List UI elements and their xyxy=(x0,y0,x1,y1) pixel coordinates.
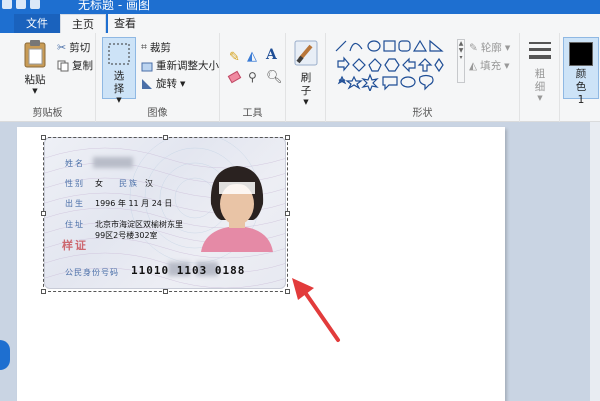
line-width-icon xyxy=(529,42,551,59)
color1-group: 颜色 1 xyxy=(560,33,600,122)
save-icon[interactable] xyxy=(2,0,12,9)
quick-access-toolbar xyxy=(2,0,62,11)
fill-icon: ◭ xyxy=(469,59,478,72)
ribbon-tabs: 文件 主页 查看 xyxy=(0,14,600,33)
selection-rectangle[interactable] xyxy=(43,137,288,292)
copy-label: 复制 xyxy=(72,60,93,72)
rotate-icon xyxy=(142,78,152,89)
color1-button[interactable]: 颜色 1 xyxy=(563,37,599,106)
size-button[interactable]: 粗细 ▼ xyxy=(524,39,556,102)
brush-group: 刷子 ▼ xyxy=(286,33,326,122)
eraser-icon[interactable] xyxy=(227,70,242,84)
fill-dropdown-icon: ▼ xyxy=(504,61,510,70)
tab-file[interactable]: 文件 xyxy=(14,14,60,33)
shapes-gallery[interactable] xyxy=(334,39,458,91)
rotate-button[interactable]: 旋转 ▼ xyxy=(141,76,185,91)
select-label: 选择 xyxy=(113,70,125,95)
outline-dropdown-icon: ▼ xyxy=(504,43,511,52)
select-dropdown-icon[interactable]: ▼ xyxy=(103,96,135,104)
select-button[interactable]: 选择 ▼ xyxy=(102,37,136,104)
paste-button[interactable]: 粘贴 ▼ xyxy=(18,39,52,95)
image-group-label: 图像 xyxy=(147,108,168,119)
size-group: 粗细 ▼ xyxy=(520,33,560,122)
resize-icon xyxy=(141,62,153,71)
window-title: 无标题 - 画图 xyxy=(78,0,150,12)
resize-handle-ne[interactable] xyxy=(285,135,290,140)
cut-label: 剪切 xyxy=(69,42,91,54)
shapes-scroll[interactable]: ▲ ▼ ▾ xyxy=(457,39,465,83)
redo-icon[interactable] xyxy=(30,0,40,9)
annotation-arrow xyxy=(292,278,340,342)
color1-swatch xyxy=(569,42,593,66)
resize-handle-s[interactable] xyxy=(163,289,168,294)
clipboard-group-label: 剪贴板 xyxy=(32,108,63,119)
paste-label: 粘贴 xyxy=(24,74,46,86)
resize-handle-nw[interactable] xyxy=(41,135,46,140)
outline-button[interactable]: ✎ 轮廓 ▼ xyxy=(469,40,510,55)
paste-icon xyxy=(24,40,46,68)
scissors-icon: ✂ xyxy=(57,41,67,54)
tab-home[interactable]: 主页 xyxy=(60,14,106,33)
resize-handle-sw[interactable] xyxy=(41,289,46,294)
brush-icon xyxy=(294,40,318,66)
crop-button[interactable]: ⌗ 裁剪 xyxy=(141,40,171,55)
text-icon[interactable]: A xyxy=(266,47,277,63)
color1-label: 颜色 1 xyxy=(575,68,587,106)
pencil-icon[interactable]: ✎ xyxy=(229,50,240,65)
copy-button[interactable]: 复制 xyxy=(57,58,93,73)
copy-icon xyxy=(57,60,69,71)
brush-button[interactable]: 刷子 ▼ xyxy=(290,39,322,106)
ribbon: 粘贴 ▼ ✂ 剪切 复制 剪贴板 选择 ▼ ⌗ 裁剪 重新调整大小 旋转 ▼ 图… xyxy=(0,33,600,122)
fill-label: 填充 xyxy=(480,60,502,72)
outline-label: 轮廓 xyxy=(480,42,502,54)
tab-view[interactable]: 查看 xyxy=(108,14,142,33)
resize-button[interactable]: 重新调整大小 xyxy=(141,58,219,73)
cut-button[interactable]: ✂ 剪切 xyxy=(57,40,90,55)
magnifier-icon[interactable]: 🔍︎ xyxy=(266,70,283,85)
fill-button[interactable]: ◭ 填充 ▼ xyxy=(469,58,509,73)
fill-bucket-icon[interactable]: ◭ xyxy=(247,49,257,64)
tools-group-label: 工具 xyxy=(242,108,263,119)
resize-handle-e[interactable] xyxy=(285,211,290,216)
paste-dropdown-icon[interactable]: ▼ xyxy=(18,87,52,95)
rotate-dropdown-icon[interactable]: ▼ xyxy=(180,80,185,88)
resize-label: 重新调整大小 xyxy=(156,60,219,72)
outline-icon: ✎ xyxy=(469,41,478,54)
size-dropdown-icon: ▼ xyxy=(537,94,543,102)
rotate-label: 旋转 xyxy=(156,78,177,90)
image-group: 选择 ▼ ⌗ 裁剪 重新调整大小 旋转 ▼ 图像 xyxy=(96,33,220,122)
brush-label: 刷子 xyxy=(300,72,312,97)
brush-dropdown-icon[interactable]: ▼ xyxy=(290,98,322,106)
tab-strip-background xyxy=(142,14,600,33)
clipboard-group: 粘贴 ▼ ✂ 剪切 复制 剪贴板 xyxy=(0,33,96,122)
vertical-scrollbar[interactable] xyxy=(590,122,600,401)
shapes-group-label: 形状 xyxy=(412,108,433,119)
color-picker-icon[interactable]: ⚲ xyxy=(248,70,257,84)
resize-handle-w[interactable] xyxy=(41,211,46,216)
shapes-group: ▲ ▼ ▾ ✎ 轮廓 ▼ ◭ 填充 ▼ 形状 xyxy=(326,33,520,122)
crop-icon: ⌗ xyxy=(141,41,147,53)
title-bar: 无标题 - 画图 xyxy=(0,0,600,14)
select-rectangle-icon xyxy=(108,43,130,65)
crop-label: 裁剪 xyxy=(149,42,171,54)
undo-icon[interactable] xyxy=(16,0,26,9)
resize-handle-n[interactable] xyxy=(163,135,168,140)
tools-group: ✎ ◭ A ⚲ 🔍︎ 工具 xyxy=(220,33,286,122)
size-label: 粗细 xyxy=(534,68,546,93)
